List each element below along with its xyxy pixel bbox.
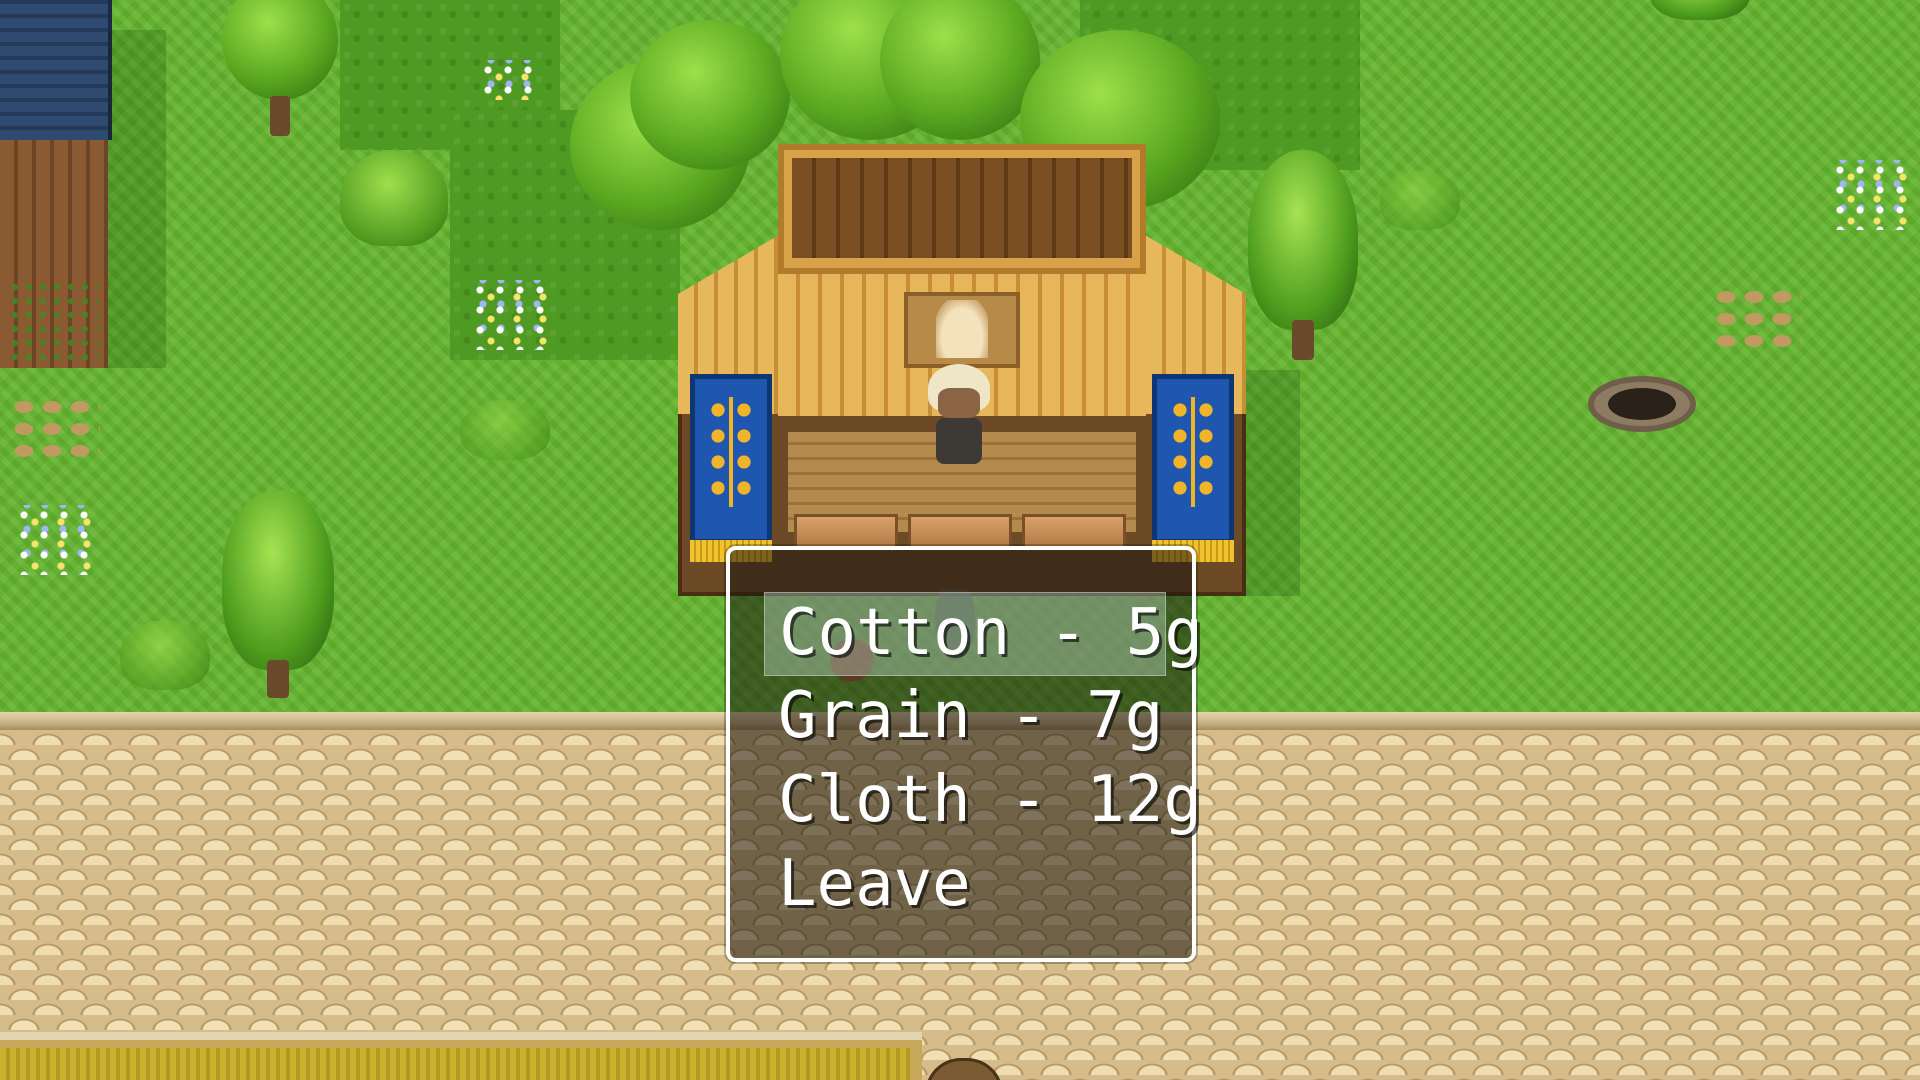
- bush: [1380, 170, 1460, 230]
- flower-patch: [14, 505, 94, 575]
- banner-right: [1152, 374, 1234, 544]
- stepping-stones: [10, 396, 100, 466]
- pine-tree: [1248, 150, 1358, 370]
- choice-cotton[interactable]: Cotton - 5g: [764, 592, 1203, 676]
- bush: [120, 620, 210, 690]
- sack-icon: [936, 300, 988, 358]
- banner-left: [690, 374, 772, 544]
- counter: [1022, 514, 1126, 550]
- choice-leave[interactable]: Leave: [764, 844, 1166, 928]
- flower-patch: [470, 280, 550, 350]
- shop-shadow: [1246, 370, 1300, 596]
- pine-tree: [1650, 0, 1750, 60]
- counter: [908, 514, 1012, 550]
- shop-choice-window: Cotton - 5g Grain - 7g Cloth - 12g Leave: [726, 546, 1203, 962]
- bush: [340, 150, 448, 246]
- house-shadow: [108, 30, 166, 368]
- tree: [222, 0, 338, 140]
- counter: [794, 514, 898, 550]
- flower-patch: [478, 60, 538, 100]
- choice-grain[interactable]: Grain - 7g: [764, 676, 1166, 760]
- vines: [8, 280, 98, 365]
- choice-cloth[interactable]: Cloth - 12g: [764, 760, 1202, 844]
- wheat-field: [0, 1048, 910, 1080]
- tree: [780, 0, 1040, 160]
- stepping-stones: [1712, 286, 1802, 356]
- stone-well: [1588, 376, 1696, 476]
- house-roof: [0, 0, 112, 140]
- flower-patch: [1830, 160, 1910, 230]
- pine-tree: [222, 490, 334, 700]
- bush: [460, 400, 550, 460]
- choice-list: Cotton - 5g Grain - 7g Cloth - 12g Leave: [764, 592, 1203, 928]
- shopkeeper-npc[interactable]: [924, 364, 994, 470]
